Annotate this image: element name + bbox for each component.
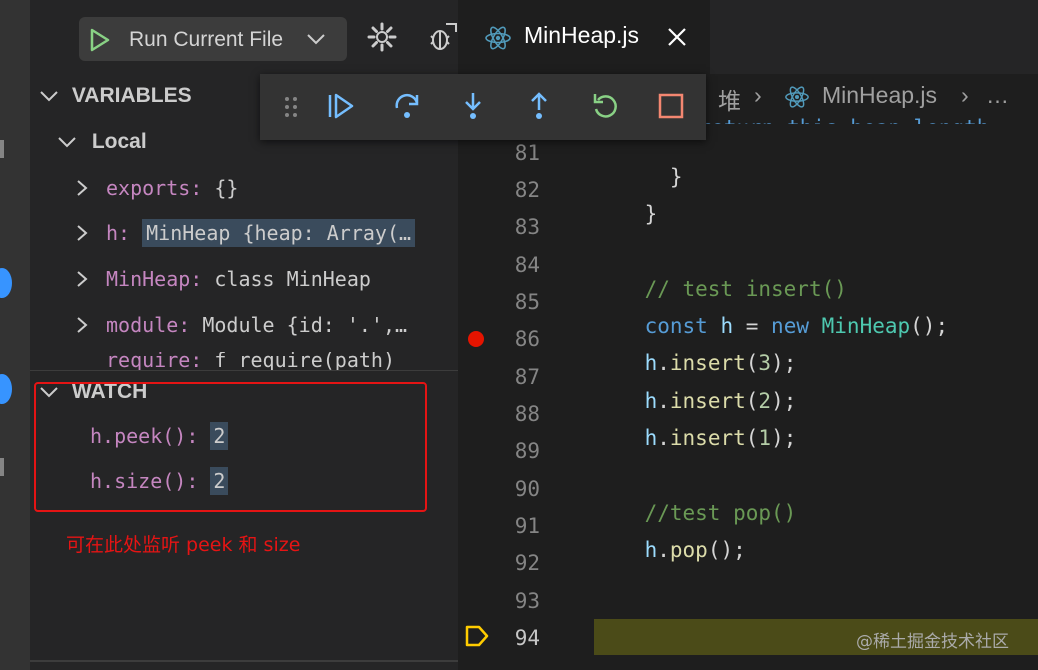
step-over-icon[interactable]: [392, 91, 422, 121]
code-text: h.insert(1);: [644, 426, 797, 450]
line-number: 90: [514, 477, 540, 501]
drag-handle-icon[interactable]: [284, 95, 298, 119]
activity-bar: [0, 0, 30, 670]
local-scope-header[interactable]: Local: [56, 130, 147, 154]
variable-row[interactable]: exports: {}: [30, 170, 458, 206]
activity-badge-icon[interactable]: [0, 374, 12, 404]
activity-indicator: [0, 458, 4, 476]
code-text: }: [644, 202, 658, 226]
close-icon[interactable]: [666, 26, 688, 48]
tab-label: MinHeap.js: [524, 22, 640, 48]
line-number: 81: [514, 141, 540, 165]
activity-indicator: [0, 140, 4, 158]
chevron-right-icon[interactable]: [74, 315, 90, 335]
code-line: h.pop();: [594, 514, 746, 586]
continue-icon[interactable]: [326, 91, 356, 121]
variable-name: h:: [106, 221, 131, 245]
variable-name: exports:: [106, 176, 203, 200]
variable-value: class MinHeap: [214, 267, 371, 291]
variables-title: VARIABLES: [71, 84, 192, 107]
section-divider: [30, 370, 458, 371]
variable-value: f require(path): [214, 352, 395, 370]
restart-icon[interactable]: [590, 91, 620, 121]
breakpoint-icon[interactable]: [468, 331, 484, 347]
execution-pointer-icon: [465, 625, 489, 647]
line-number: 93: [514, 589, 540, 613]
chevron-down-icon: [58, 137, 76, 148]
local-scope-label: Local: [91, 130, 147, 153]
watermark: @稀土掘金技术社区: [856, 632, 1009, 652]
run-configuration-select[interactable]: Run Current File: [79, 17, 347, 61]
line-number: 89: [514, 439, 540, 463]
line-number: 83: [514, 215, 540, 239]
variable-name: MinHeap:: [106, 267, 203, 291]
gear-icon[interactable]: [367, 22, 397, 52]
code-line: }: [594, 178, 658, 250]
chevron-right-icon[interactable]: [74, 223, 90, 243]
debug-toolbar: [260, 74, 706, 140]
variable-value: Module {id: '.',…: [202, 313, 408, 337]
step-out-icon[interactable]: [524, 91, 554, 121]
stop-icon[interactable]: [656, 91, 686, 121]
line-number: 88: [514, 402, 540, 426]
play-icon[interactable]: [89, 28, 111, 52]
code-text: return this.heap.length: [699, 116, 990, 124]
step-into-icon[interactable]: [458, 91, 488, 121]
chevron-right-icon[interactable]: [74, 269, 90, 289]
react-icon: [485, 26, 511, 50]
debug-console-icon[interactable]: [428, 20, 458, 54]
variable-value: MinHeap {heap: Array(…: [142, 219, 416, 247]
breadcrumb-more[interactable]: …: [986, 82, 1009, 109]
tab-minheap-js[interactable]: MinHeap.js: [458, 0, 710, 74]
line-number: 82: [514, 178, 540, 202]
line-number: 85: [514, 290, 540, 314]
tab-bar: MinHeap.js: [458, 0, 1038, 74]
watch-annotation: 可在此处监听 peek 和 size: [66, 534, 301, 556]
watch-highlight-box: [34, 382, 427, 512]
chevron-right-icon[interactable]: [74, 178, 90, 198]
variable-name: require:: [106, 352, 203, 370]
code-text: h.pop();: [644, 538, 746, 562]
variable-row[interactable]: MinHeap: class MinHeap: [30, 261, 458, 297]
activity-badge-icon[interactable]: [0, 268, 12, 298]
variable-row[interactable]: module: Module {id: '.',…: [30, 307, 458, 343]
variable-row[interactable]: require: f require(path): [30, 352, 458, 370]
variable-value: {}: [214, 176, 239, 200]
line-number: 84: [514, 253, 540, 277]
variable-row[interactable]: h: MinHeap {heap: Array(…: [30, 215, 458, 251]
line-number: 92: [514, 551, 540, 575]
run-configuration-label: Run Current File: [129, 28, 284, 51]
line-number: 87: [514, 365, 540, 389]
variable-name: module:: [106, 313, 191, 337]
variables-section-header[interactable]: VARIABLES: [38, 84, 192, 108]
chevron-down-icon: [40, 91, 58, 102]
line-number: 91: [514, 514, 540, 538]
chevron-down-icon[interactable]: [305, 31, 327, 47]
panel-bottom-border: [30, 660, 458, 662]
code-line: h.insert(1);: [594, 402, 797, 474]
